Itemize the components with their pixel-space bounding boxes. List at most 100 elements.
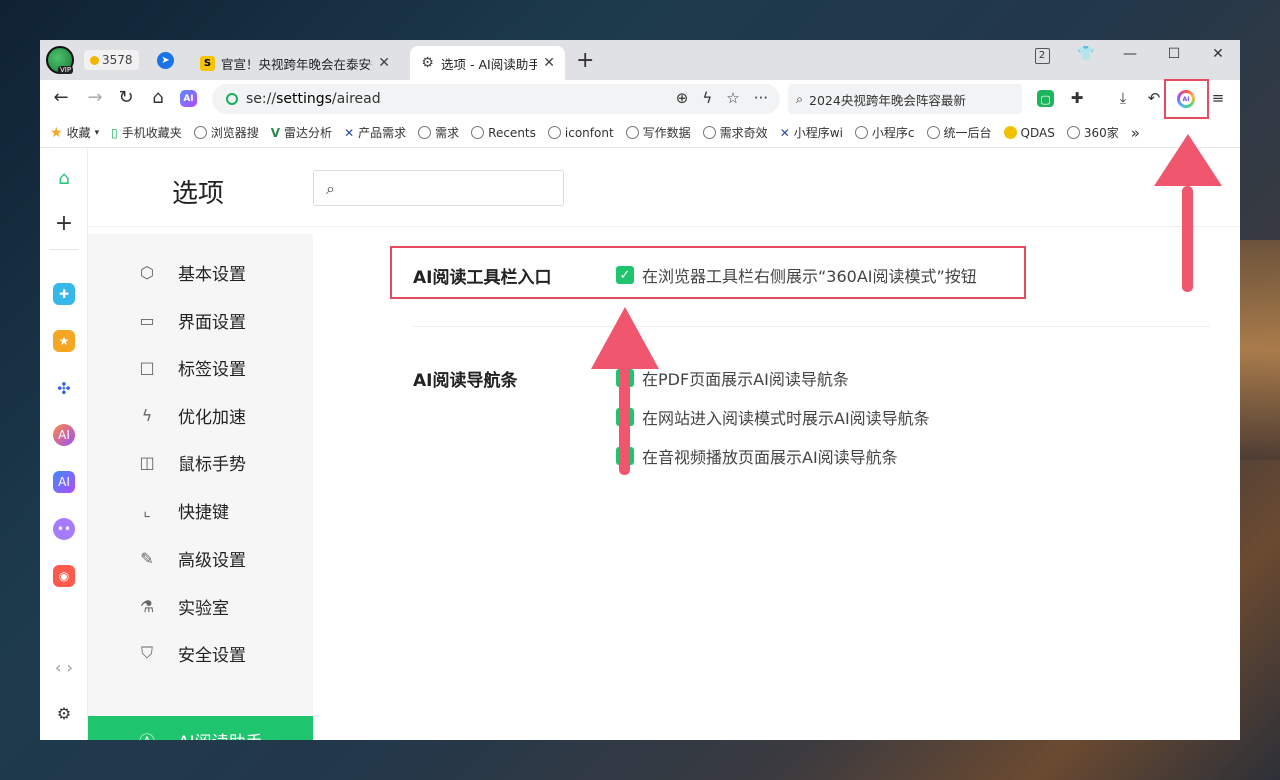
- nav-item-basic[interactable]: ⬡ 基本设置: [88, 248, 313, 296]
- bolt-icon: ϟ: [141, 405, 153, 425]
- coin-count: 3578: [102, 53, 133, 67]
- close-window-button[interactable]: ✕: [1203, 46, 1233, 62]
- bookmark-item[interactable]: 浏览器搜: [193, 124, 259, 141]
- reader-extension-icon[interactable]: ▢: [1037, 90, 1054, 107]
- home-icon[interactable]: ⌂: [53, 167, 75, 189]
- network-app-icon[interactable]: ✣: [53, 377, 75, 399]
- tab-icon: □: [139, 357, 155, 377]
- close-tab-icon[interactable]: ✕: [543, 55, 555, 71]
- bookmark-item[interactable]: 统一后台: [926, 124, 992, 141]
- nav-item-security[interactable]: ⛉ 安全设置: [88, 629, 313, 677]
- bookmark-item[interactable]: ✕ 产品需求: [344, 124, 406, 141]
- nav-item-lab[interactable]: ⚗ 实验室: [88, 582, 313, 630]
- ai-reader-app-icon[interactable]: AI: [53, 471, 75, 493]
- ai-assistant-icon[interactable]: AI: [180, 90, 197, 107]
- lightning-icon[interactable]: ϟ: [702, 89, 712, 107]
- tool-icon: ✕: [779, 125, 790, 140]
- bookmark-favorites[interactable]: ★ 收藏 ▾: [50, 124, 99, 141]
- bookmark-item[interactable]: V 雷达分析: [271, 124, 332, 141]
- search-box[interactable]: ⌕ 2024央视跨年晚会阵容最新: [788, 84, 1022, 114]
- settings-nav: ⬡ 基本设置 ▭ 界面设置 □ 标签设置 ϟ 优化加速 ◫ 鼠标手势 ⌞ 快捷键 ✎ 高级设置…: [88, 234, 313, 740]
- annotation-arrow-up: [591, 307, 659, 475]
- section-divider: [412, 326, 1210, 327]
- forward-button[interactable]: →: [84, 88, 106, 108]
- nav-item-shortcuts[interactable]: ⌞ 快捷键: [88, 486, 313, 534]
- tab-settings[interactable]: ⚙ 选项 - AI阅读助手 ✕: [410, 46, 565, 80]
- url-text: se://settings/airead: [246, 91, 381, 107]
- puzzle-extensions-icon[interactable]: ✚: [1067, 89, 1087, 109]
- section-label-toolbar: AI阅读工具栏入口: [413, 268, 552, 288]
- menu-icon[interactable]: ≡: [1208, 89, 1228, 109]
- skin-icon[interactable]: 👕: [1071, 46, 1101, 62]
- bot-app-icon[interactable]: ••: [53, 518, 75, 540]
- bookmark-item[interactable]: ✕ 小程序wi: [780, 124, 843, 141]
- game-app-icon[interactable]: ◉: [53, 565, 75, 587]
- ai-icon: Ⓐ: [136, 729, 158, 740]
- add-icon[interactable]: +: [53, 211, 75, 236]
- coin-counter[interactable]: 3578: [84, 50, 139, 70]
- nav-item-advanced[interactable]: ✎ 高级设置: [88, 534, 313, 582]
- rail-collapse-icon[interactable]: ‹ ›: [49, 656, 79, 678]
- flask-icon: ⚗: [139, 596, 155, 616]
- browser-window: VIP 3578 ➤ S 官宣！央视跨年晚会在泰安举办 ✕ ⚙ 选项 - AI阅…: [40, 40, 1240, 740]
- bookmark-item[interactable]: ▯ 手机收藏夹: [111, 124, 182, 141]
- annotation-arrow-up: [1154, 134, 1222, 292]
- bookmark-item[interactable]: iconfont: [547, 126, 614, 140]
- rail-divider: [50, 249, 78, 250]
- tab-news[interactable]: S 官宣！央视跨年晚会在泰安举办 ✕: [190, 46, 400, 80]
- bookmark-item[interactable]: 写作数据: [625, 124, 691, 141]
- reading-mode-navbar-checkbox[interactable]: ✓ 在网站进入阅读模式时展示AI阅读导航条: [616, 405, 930, 429]
- tab-strip: VIP 3578 ➤ S 官宣！央视跨年晚会在泰安举办 ✕ ⚙ 选项 - AI阅…: [40, 40, 1240, 80]
- star-bookmark-icon[interactable]: ☆: [726, 89, 739, 107]
- close-tab-icon[interactable]: ✕: [378, 55, 390, 71]
- ai-reader-icon: AI: [1177, 90, 1195, 108]
- bookmark-item[interactable]: 需求奇效: [702, 124, 768, 141]
- globe-icon: [702, 126, 716, 139]
- checkbox-checked-icon: ✓: [616, 266, 634, 284]
- nav-item-ai-reader[interactable]: ⒶAI阅读助手: [88, 716, 313, 740]
- nav-item-mouse[interactable]: ◫ 鼠标手势: [88, 438, 313, 486]
- sohu-favicon-icon: S: [200, 55, 215, 71]
- more-icon[interactable]: ···: [754, 89, 768, 107]
- gear-icon: ⚙: [421, 55, 434, 71]
- toolbar-button-checkbox[interactable]: ✓ 在浏览器工具栏右侧展示“360AI阅读模式”按钮: [616, 263, 977, 287]
- tab-count-button[interactable]: 2: [1027, 46, 1057, 64]
- ai-chat-app-icon[interactable]: AI: [53, 424, 75, 446]
- bookmark-item[interactable]: 360家: [1066, 124, 1119, 141]
- bookmark-item[interactable]: 小程序c: [854, 124, 915, 141]
- globe-icon: [926, 126, 940, 139]
- secure-icon: [226, 93, 238, 105]
- home-button[interactable]: ⌂: [147, 88, 169, 108]
- nav-item-interface[interactable]: ▭ 界面设置: [88, 296, 313, 344]
- translate-app-icon[interactable]: ✚: [53, 283, 75, 305]
- nav-item-speedup[interactable]: ϟ 优化加速: [88, 391, 313, 439]
- page-title: 选项: [172, 179, 225, 209]
- bookmark-item[interactable]: QDAS: [1003, 126, 1055, 140]
- tab-count: 2: [1034, 48, 1050, 64]
- new-tab-button[interactable]: +: [576, 48, 594, 73]
- maximize-button[interactable]: ☐: [1159, 46, 1189, 62]
- bookmarks-overflow-icon[interactable]: »: [1131, 124, 1140, 142]
- gear-outline-icon: ⬡: [140, 262, 154, 282]
- settings-gear-icon[interactable]: ⚙: [53, 702, 75, 724]
- minimize-button[interactable]: —: [1115, 46, 1145, 62]
- download-icon[interactable]: ⤓: [1113, 89, 1133, 109]
- option-label: 在网站进入阅读模式时展示AI阅读导航条: [642, 409, 930, 428]
- phone-icon: ▯: [111, 125, 118, 140]
- search-icon: ⌕: [796, 91, 804, 106]
- option-label: 在音视频播放页面展示AI阅读导航条: [642, 448, 898, 467]
- reload-button[interactable]: ↻: [115, 88, 137, 108]
- settings-search-input[interactable]: ⌕: [313, 170, 564, 206]
- bookmark-item[interactable]: Recents: [471, 126, 536, 140]
- telegram-icon[interactable]: ➤: [157, 52, 174, 69]
- undo-icon[interactable]: ↶: [1144, 89, 1164, 109]
- back-button[interactable]: ←: [50, 88, 72, 108]
- tool-icon: ✕: [344, 125, 355, 140]
- ai-reader-extension-button[interactable]: AI: [1164, 79, 1209, 119]
- favorites-app-icon[interactable]: ★: [53, 330, 75, 352]
- bookmark-item[interactable]: 需求: [418, 124, 459, 141]
- address-bar[interactable]: se://settings/airead ⊕ ϟ ☆ ···: [212, 84, 780, 114]
- nav-item-tabs[interactable]: □ 标签设置: [88, 343, 313, 391]
- zoom-icon[interactable]: ⊕: [676, 89, 689, 107]
- globe-icon: [193, 126, 207, 139]
